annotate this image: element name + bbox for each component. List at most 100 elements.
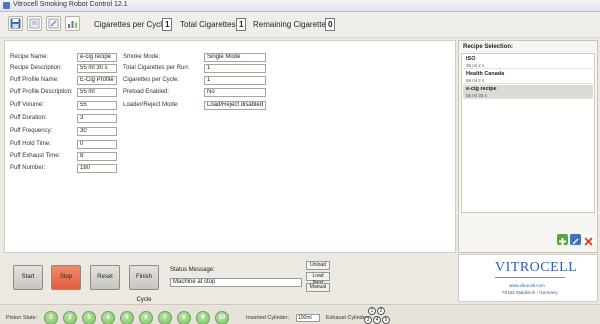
stop-button[interactable]: Stop [51,265,81,290]
cigs-per-cycle-field[interactable]: 1 [204,76,266,85]
status-message-field: Machine at stop [170,278,302,287]
smoke-mode-label: Smoke Mode: [123,54,161,60]
save-button[interactable] [8,16,23,31]
open-button[interactable] [27,16,42,31]
exhaust-cylinder-1: 1 [368,307,376,315]
piston-state-6: 6 [139,311,153,324]
piston-state-9: 9 [196,311,210,324]
edit-recipe-icon [572,238,579,245]
puff-hold-time-field[interactable]: 0 [77,140,117,149]
loader-reject-mode-label: Loader/Reject Mode: [123,102,179,108]
reset-button[interactable]: Reset [90,265,120,290]
puff-number-field[interactable]: 180 [77,164,117,173]
puff-number-label: Puff Number: [10,165,46,171]
puff-duration-label: Puff Duration: [10,115,47,121]
recipe-item-desc: 55 ml 30 s [466,93,487,98]
inserted-cylinder-label: Inserted Cylinder: [246,315,290,321]
inserted-cylinder-select[interactable]: 100ml [296,314,320,322]
vitrocell-logo-box: VITROCELL www.vitrocell.com 79183 Waldki… [458,254,598,302]
exhaust-cylinder-label: Exhaust Cylinder: [326,315,370,321]
app-icon [3,2,10,9]
recipe-name-field[interactable]: e-cig recipe [77,53,117,62]
recipe-item-desc: 35 ml 2 s [466,63,485,68]
piston-state-1: 1 [44,311,58,324]
delete-icon [584,237,593,246]
puff-profile-name-field[interactable]: E-Cig Profile [77,76,117,85]
exhaust-cylinder-4: 4 [373,316,381,324]
recipe-selection-heading: Recipe Selection: [463,44,514,50]
brand-url: www.vitrocell.com [509,283,545,288]
recipe-item-desc: 55 ml 2 s [466,78,485,83]
puff-profile-description-field[interactable]: 55 ml [77,88,117,97]
puff-profile-name-label: Puff Profile Name: [10,77,59,83]
recipe-item-name: ISO [466,56,476,62]
unload-button[interactable]: Unload [306,261,330,270]
total-cigs-value: 1 [236,18,247,31]
delete-recipe-button[interactable] [583,234,594,246]
puff-exhaust-time-field[interactable]: 8 [77,152,117,161]
remaining-cigs-value: 0 [325,18,336,31]
total-cigs-per-run-field[interactable]: 1 [204,64,266,73]
cigs-per-cycle-label: Cigarettes per Cycle: [94,20,169,29]
preload-enabled-field[interactable]: No [204,88,266,97]
exhaust-cylinder-2: 2 [377,307,385,315]
total-cigs-label: Total Cigarettes: [180,20,238,29]
recipe-list: ISO 35 ml 2 s Health Canada 55 ml 2 s e-… [461,53,595,213]
start-button[interactable]: Start [13,265,43,290]
cigs-per-cycle-form-label: Cigarettes per Cycle: [123,77,180,83]
edit-button[interactable] [46,16,61,31]
edit-recipe-button[interactable] [570,234,581,245]
brand-address: 79183 Waldkirch / Germany [502,290,558,295]
piston-state-label: Piston State: [6,315,38,321]
puff-hold-time-label: Puff Hold Time: [10,141,51,147]
logo-accent-line [495,277,565,278]
puff-profile-description-label: Puff Profile Description: [10,89,73,95]
cigs-per-cycle-value: 1 [162,18,173,31]
edit-icon [48,18,59,29]
title-bar: Vitrocell Smoking Robot Control 12.1 [0,0,600,12]
window-title: Vitrocell Smoking Robot Control 12.1 [13,1,128,8]
chart-button[interactable] [65,16,80,31]
recipe-description-label: Recipe Description: [10,65,63,71]
piston-state-2: 2 [63,311,77,324]
manual-button[interactable]: Manual [306,283,330,292]
total-cigs-per-run-label: Total Cigarettes per Run: [123,65,190,71]
recipe-name-label: Recipe Name: [10,54,49,60]
preload-enabled-label: Preload Enabled: [123,89,170,95]
puff-exhaust-time-label: Puff Exhaust Time: [10,153,61,159]
recipe-item-name: e-cig recipe [466,86,497,92]
piston-state-5: 5 [120,311,134,324]
puff-volume-field[interactable]: 55 [77,101,117,110]
puff-duration-field[interactable]: 3 [77,114,117,123]
piston-state-7: 7 [158,311,172,324]
piston-state-10: 10 [215,311,229,324]
puff-frequency-field[interactable]: 30 [77,127,117,136]
recipe-item-name: Health Canada [466,71,505,77]
chart-icon [68,21,77,28]
puff-frequency-label: Puff Frequency: [10,128,53,134]
status-message-label: Status Message: [170,267,215,273]
recipe-item-e-cig[interactable]: e-cig recipe 55 ml 30 s [463,85,593,99]
recipe-item-health-canada[interactable]: Health Canada 55 ml 2 s [463,70,593,84]
finish-cycle-button[interactable]: Finish Cycle [129,265,159,303]
smoke-mode-field[interactable]: Single Mode [204,53,266,62]
loader-reject-mode-field[interactable]: Load/Reject disabled [204,101,266,110]
open-icon [29,18,40,29]
save-icon [10,18,21,29]
recipe-description-field[interactable]: 55 ml 30 s [77,64,117,73]
recipe-item-iso[interactable]: ISO 35 ml 2 s [463,55,593,69]
recipe-details-panel: Recipe Name: e-cig recipe Recipe Descrip… [4,40,456,253]
piston-state-8: 8 [177,311,191,324]
piston-state-3: 3 [82,311,96,324]
recipe-selection-panel: Recipe Selection: ISO 35 ml 2 s Health C… [458,40,598,253]
brand-logo: VITROCELL [495,260,578,275]
exhaust-cylinder-5: 5 [382,316,390,324]
piston-state-4: 4 [101,311,115,324]
status-bar: Piston State: 1 2 3 4 5 6 7 8 9 10 Inser… [0,304,600,324]
remaining-cigs-label: Remaining Cigarettes: [253,20,333,29]
add-recipe-button[interactable] [557,234,568,245]
exhaust-cylinder-3: 3 [364,316,372,324]
load-next-button[interactable]: Load Next [306,272,330,286]
puff-volume-label: Puff Volume: [10,102,44,108]
toolbar: Cigarettes per Cycle: 1 Total Cigarettes… [0,12,600,38]
